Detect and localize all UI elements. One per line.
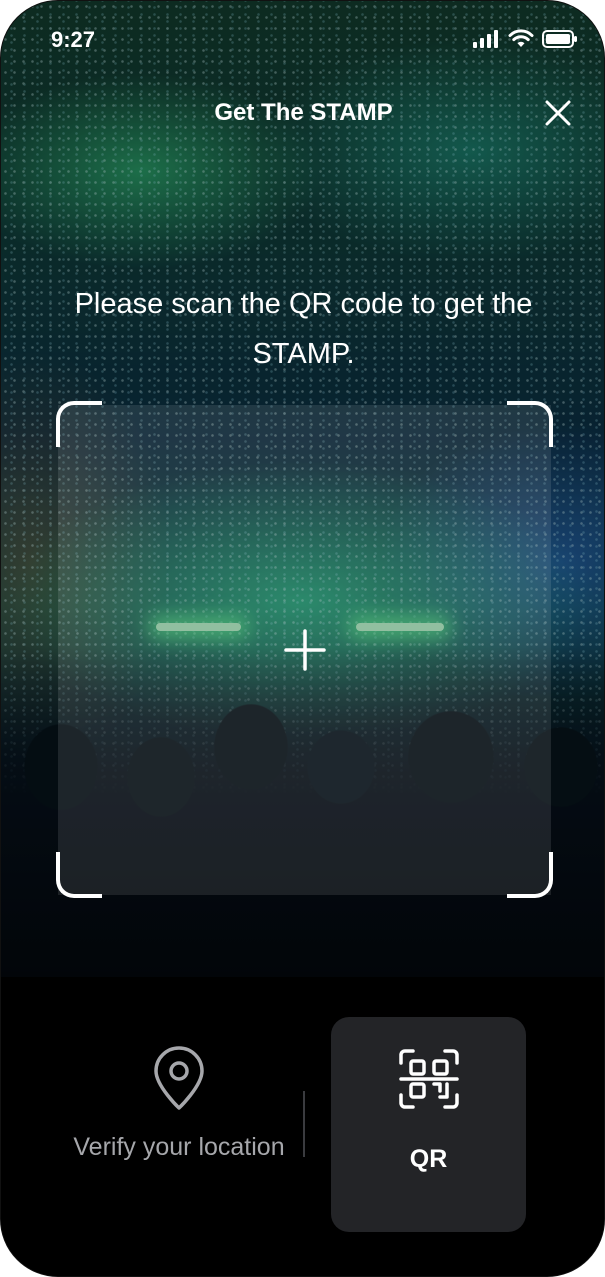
status-icons: [472, 29, 578, 49]
verify-location-label: Verify your location: [73, 1133, 285, 1161]
qr-label: QR: [409, 1145, 448, 1173]
qr-option[interactable]: QR: [331, 1017, 526, 1232]
verify-location-option[interactable]: Verify your location: [63, 1017, 295, 1232]
crosshair-icon: [284, 629, 326, 671]
verification-options-panel: Verify your location QR: [1, 977, 604, 1276]
wifi-icon: [508, 29, 534, 47]
qr-code-icon: [397, 1047, 461, 1111]
frame-corner-top-right: [507, 401, 553, 447]
qr-scan-frame: [56, 401, 553, 898]
scan-instruction: Please scan the QR code to get the STAMP…: [74, 288, 533, 370]
battery-icon: [542, 30, 577, 48]
frame-corner-top-left: [56, 401, 102, 447]
phone-screen: 9:27 Get The STAMP Please scan the QR co…: [0, 0, 605, 1277]
location-pin-icon: [147, 1046, 211, 1111]
status-bar: 9:27: [1, 1, 604, 79]
frame-corner-bottom-right: [507, 852, 553, 898]
close-button[interactable]: [538, 93, 578, 133]
options-divider: [303, 1091, 305, 1157]
status-time: 9:27: [51, 27, 96, 52]
frame-corner-bottom-left: [56, 852, 102, 898]
page-title: Get The STAMP: [214, 99, 393, 126]
close-icon: [545, 100, 571, 126]
signal-icon: [473, 30, 498, 48]
